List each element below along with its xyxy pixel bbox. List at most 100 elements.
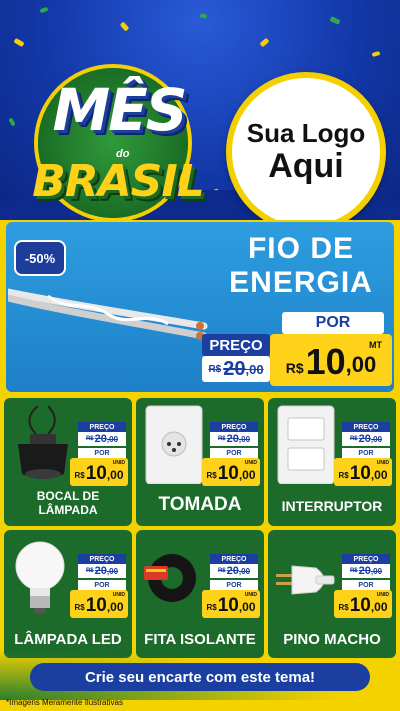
new-price: R$ 10,00 UNID <box>70 458 128 486</box>
old-price: R$ 20,00 <box>210 564 258 578</box>
confetti-decoration <box>39 6 49 14</box>
new-price: R$ 10,00 UNID <box>202 590 260 618</box>
confetti-decoration <box>259 37 270 48</box>
product-card[interactable]: PREÇO R$ 20,00 POR R$ 10,00 UNID TOMADA <box>136 398 264 526</box>
new-price-int: 10 <box>85 463 107 484</box>
product-card[interactable]: PREÇO R$20,00 POR R$10,00UNID PINO MACHO <box>268 530 396 658</box>
unit-label: MT <box>369 340 382 350</box>
new-price-int: 10 <box>217 463 239 484</box>
title-brasil: BRASIL <box>32 156 205 207</box>
hero-banner: MÊS do BRASIL Sua Logo Aqui <box>0 0 400 220</box>
preco-label: PREÇO <box>202 334 270 356</box>
disclaimer-text: *Imagens Meramente Ilustrativas <box>6 698 123 707</box>
unit-label: UNID <box>112 592 125 598</box>
new-price-int: 10 <box>349 595 371 616</box>
logo-text-line1: Sua Logo <box>246 118 366 148</box>
new-price-cents: ,00 <box>370 600 388 614</box>
confetti-decoration <box>13 37 25 48</box>
confetti-decoration <box>119 21 130 32</box>
new-price: R$ 10,00 UNID <box>202 458 260 486</box>
new-price: R$ 10,00 UNID <box>70 590 128 618</box>
old-price-cents: ,00 <box>238 434 251 444</box>
new-price-currency: R$ <box>74 471 85 480</box>
tape-image <box>144 554 196 602</box>
new-price-currency: R$ <box>206 603 217 612</box>
new-price: R$ 10 ,00 MT <box>270 334 392 386</box>
new-price-currency: R$ <box>338 603 349 612</box>
discount-badge: -50% <box>14 240 66 276</box>
unit-label: UNID <box>376 592 389 598</box>
product-card[interactable]: PREÇO R$ 20,00 POR R$ 10,00 UNID BOCAL DE L… <box>4 398 132 526</box>
old-price-cents: ,00 <box>245 361 264 377</box>
product-card[interactable]: PREÇO R$20,00 POR R$10,00UNID LÂMPADA LE… <box>4 530 132 658</box>
new-price-cents: ,00 <box>106 468 124 482</box>
por-label: POR <box>342 580 390 590</box>
unit-label: UNID <box>244 592 257 598</box>
confetti-decoration <box>8 117 16 127</box>
new-price-currency: R$ <box>285 360 304 376</box>
month-title: MÊS do BRASIL <box>18 58 218 218</box>
new-price-int: 10 <box>305 341 346 382</box>
new-price: R$ 10,00 UNID <box>334 458 392 486</box>
preco-label: PREÇO <box>210 554 258 564</box>
logo-placeholder[interactable]: Sua Logo Aqui <box>226 72 386 220</box>
old-price-currency: R$ <box>85 436 94 442</box>
por-label: POR <box>210 448 258 458</box>
featured-product-card[interactable]: -50% FIO DE ENERGIA POR PREÇO R$ 20 ,00 … <box>6 222 394 392</box>
product-name: INTERRUPTOR <box>281 497 383 514</box>
preco-label: PREÇO <box>342 554 390 564</box>
unit-label: UNID <box>244 460 257 466</box>
por-label: POR <box>342 448 390 458</box>
old-price-cents: ,00 <box>106 566 119 576</box>
outlet-image <box>145 405 203 484</box>
confetti-decoration <box>329 16 341 25</box>
old-price-int: 20 <box>358 433 371 445</box>
old-price-int: 20 <box>223 357 246 380</box>
new-price-cents: ,00 <box>106 600 124 614</box>
old-price: R$ 20,00 <box>78 564 126 578</box>
featured-name-line2: ENERGIA <box>229 265 373 299</box>
new-price-int: 10 <box>85 595 107 616</box>
old-price-currency: R$ <box>349 436 358 442</box>
old-price-cents: ,00 <box>238 566 251 576</box>
old-price-int: 20 <box>94 433 107 445</box>
new-price: R$ 10,00 UNID <box>334 590 392 618</box>
lamp-socket-image <box>18 405 68 479</box>
old-price-currency: R$ <box>217 436 226 442</box>
old-price-cents: ,00 <box>370 566 383 576</box>
product-card[interactable]: PREÇO R$20,00 POR R$10,00UNID FITA ISOLA… <box>136 530 264 658</box>
old-price-currency: R$ <box>208 363 222 375</box>
product-card[interactable]: PREÇO R$ 20,00 POR R$ 10,00 UNID INTERRUPTO… <box>268 398 396 526</box>
led-bulb-image <box>15 541 65 613</box>
unit-label: UNID <box>376 460 389 466</box>
new-price-int: 10 <box>349 463 371 484</box>
por-label: POR <box>78 448 126 458</box>
por-label: POR <box>210 580 258 590</box>
cta-button[interactable]: Crie seu encarte com este tema! <box>30 663 370 691</box>
new-price-cents: ,00 <box>370 468 388 482</box>
new-price-currency: R$ <box>74 603 85 612</box>
old-price-currency: R$ <box>85 568 94 574</box>
new-price-currency: R$ <box>206 471 217 480</box>
old-price-int: 20 <box>358 565 371 577</box>
old-price: R$ 20,00 <box>342 564 390 578</box>
preco-label: PREÇO <box>78 554 126 564</box>
old-price-int: 20 <box>226 565 239 577</box>
new-price-cents: ,00 <box>345 352 377 377</box>
cable-image <box>8 288 208 340</box>
featured-name-line1: FIO DE <box>247 232 354 265</box>
new-price-cents: ,00 <box>238 600 256 614</box>
new-price-cents: ,00 <box>238 468 256 482</box>
confetti-decoration <box>199 13 208 19</box>
logo-text-line2: Aqui <box>268 146 344 185</box>
old-price-cents: ,00 <box>106 434 119 444</box>
preco-label: PREÇO <box>210 422 258 432</box>
title-mes: MÊS <box>52 76 187 144</box>
new-price-int: 10 <box>217 595 239 616</box>
old-price-currency: R$ <box>217 568 226 574</box>
old-price-int: 20 <box>226 433 239 445</box>
product-name: BOCAL DE LÂMPADA <box>36 489 100 518</box>
preco-label: PREÇO <box>78 422 126 432</box>
old-price-cents: ,00 <box>370 434 383 444</box>
old-price: R$ 20 ,00 <box>202 356 270 382</box>
